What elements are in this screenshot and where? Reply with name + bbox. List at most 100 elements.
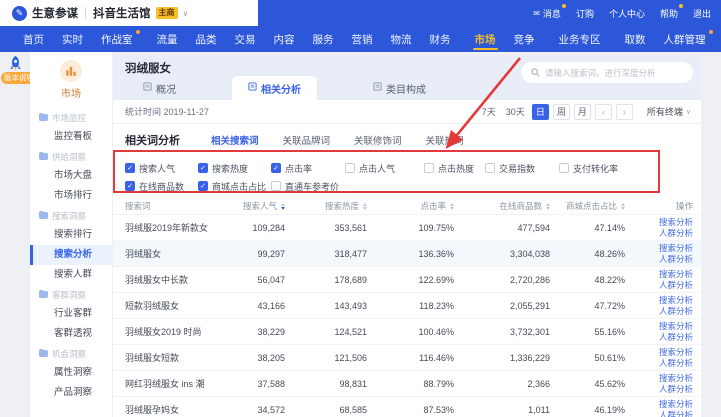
- nav-item-10[interactable]: 财务: [421, 26, 460, 52]
- action-link-0[interactable]: 搜索分析: [659, 269, 693, 279]
- sidebar-item-3-0[interactable]: 行业客群: [30, 304, 112, 324]
- nav-item-5[interactable]: 交易: [226, 26, 265, 52]
- sidebar-item-3-1[interactable]: 客群透视: [30, 324, 112, 344]
- nav-item-12[interactable]: 竞争: [505, 26, 544, 52]
- section-header: 相关词分析 相关搜索词关联品牌词关联修饰词关联热词: [113, 126, 701, 154]
- column-header-2[interactable]: 搜索热度: [285, 200, 367, 212]
- subtab-0[interactable]: 相关搜索词: [210, 133, 260, 154]
- action-link-1[interactable]: 人群分析: [659, 280, 693, 290]
- sidebar-item-1-1[interactable]: 市场排行: [30, 186, 112, 206]
- value-cell: 56,047: [220, 275, 285, 285]
- value-cell: 46.19%: [550, 405, 625, 415]
- range-button-1[interactable]: 30天: [503, 105, 528, 118]
- action-link-0[interactable]: 搜索分析: [659, 217, 693, 227]
- action-link-1[interactable]: 人群分析: [659, 228, 693, 238]
- nav-item-7[interactable]: 服务: [304, 26, 343, 52]
- action-link-0[interactable]: 搜索分析: [659, 295, 693, 305]
- metric-row-0: 搜索人气 搜索热度 点击率点击人气点击热度交易指数支付转化率: [125, 159, 701, 177]
- action-link-0[interactable]: 搜索分析: [659, 399, 693, 409]
- action-link-0[interactable]: 搜索分析: [659, 347, 693, 357]
- topbar-link-label: 帮助: [660, 7, 678, 20]
- chevron-down-icon[interactable]: ∨: [183, 9, 189, 18]
- value-cell: 1,011: [454, 405, 550, 415]
- search-input[interactable]: 请输入搜索词，进行深度分析: [521, 62, 693, 83]
- sidebar-item-2-0[interactable]: 搜索排行: [30, 225, 112, 245]
- metric-label: 搜索热度: [212, 162, 248, 175]
- sidebar-item-0-0[interactable]: 监控看板: [30, 127, 112, 147]
- action-link-1[interactable]: 人群分析: [659, 306, 693, 316]
- sidebar-item-1-0[interactable]: 市场大盘: [30, 166, 112, 186]
- column-header-5[interactable]: 商城点击占比: [550, 200, 625, 212]
- action-link-0[interactable]: 搜索分析: [659, 243, 693, 253]
- metric-checkbox-0-1[interactable]: 搜索热度: [198, 162, 271, 175]
- terminal-selector[interactable]: 所有终端∨: [647, 105, 691, 118]
- subtab-2[interactable]: 关联修饰词: [353, 133, 403, 154]
- topbar-link-label: 订购: [576, 7, 594, 20]
- nav-item-3[interactable]: 流量: [148, 26, 187, 52]
- nav-item-6[interactable]: 内容: [265, 26, 304, 52]
- nav-item-label: 交易: [235, 32, 256, 47]
- tab-2[interactable]: 类目构成: [357, 76, 442, 100]
- rocket-icon[interactable]: [7, 55, 24, 72]
- nav-item-16[interactable]: 学院: [715, 26, 721, 52]
- column-header-3[interactable]: 点击率: [367, 200, 454, 212]
- topbar-link-4[interactable]: 退出: [693, 7, 711, 20]
- nav-item-4[interactable]: 品类: [187, 26, 226, 52]
- sidebar-item-2-1[interactable]: 搜索分析: [30, 245, 112, 265]
- metric-checkbox-1-0[interactable]: 在线商品数: [125, 180, 198, 193]
- nav-item-0[interactable]: 首页: [14, 26, 53, 52]
- granularity-2[interactable]: 月: [574, 104, 591, 120]
- metric-checkbox-0-0[interactable]: 搜索人气: [125, 162, 198, 175]
- metric-checkbox-0-2[interactable]: 点击率: [271, 162, 345, 175]
- metric-checkbox-0-5[interactable]: 交易指数: [485, 162, 559, 175]
- tab-0[interactable]: 概况: [127, 76, 192, 100]
- topbar-link-2[interactable]: 个人中心: [609, 7, 645, 20]
- tab-1[interactable]: 相关分析: [232, 76, 317, 100]
- subtab-1[interactable]: 关联品牌词: [282, 133, 332, 154]
- column-header-1[interactable]: 搜索人气: [220, 200, 285, 212]
- folder-icon: [39, 211, 48, 221]
- message-icon: ✉: [533, 9, 540, 18]
- nav-item-1[interactable]: 实时: [53, 26, 92, 52]
- metric-checkbox-1-1[interactable]: 商城点击占比: [198, 180, 271, 193]
- sidebar-group-3: 客群洞察: [30, 285, 112, 304]
- subtab-3[interactable]: 关联热词: [425, 133, 465, 154]
- nav-item-13[interactable]: 业务专区: [550, 26, 610, 52]
- nav-item-15[interactable]: 人群管理: [655, 26, 715, 52]
- sidebar-item-2-2[interactable]: 搜索人群: [30, 265, 112, 285]
- topbar-link-1[interactable]: 订购: [576, 7, 594, 20]
- action-link-1[interactable]: 人群分析: [659, 358, 693, 368]
- chevron-left-icon[interactable]: ‹: [595, 104, 612, 120]
- metric-label: 直通车参考价: [285, 180, 339, 193]
- chevron-right-icon[interactable]: ›: [616, 104, 633, 120]
- action-link-1[interactable]: 人群分析: [659, 254, 693, 264]
- topbar-link-3[interactable]: 帮助: [660, 7, 678, 20]
- metric-checkbox-0-3[interactable]: 点击人气: [345, 162, 424, 175]
- action-link-1[interactable]: 人群分析: [659, 332, 693, 342]
- action-link-0[interactable]: 搜索分析: [659, 321, 693, 331]
- shop-type-badge: 主商: [156, 7, 178, 19]
- nav-item-11[interactable]: 市场: [466, 26, 505, 52]
- metric-checkbox-0-6[interactable]: 支付转化率: [559, 162, 618, 175]
- nav-item-9[interactable]: 物流: [382, 26, 421, 52]
- granularity-0[interactable]: 日: [532, 104, 549, 120]
- sidebar-item-4-1[interactable]: 产品洞察: [30, 383, 112, 403]
- action-cell: 搜索分析人群分析: [625, 321, 693, 342]
- range-button-0[interactable]: 7天: [479, 105, 499, 118]
- action-link-1[interactable]: 人群分析: [659, 410, 693, 417]
- nav-item-14[interactable]: 取数: [616, 26, 655, 52]
- value-cell: 55.16%: [550, 327, 625, 337]
- action-link-1[interactable]: 人群分析: [659, 384, 693, 394]
- column-label: 操作: [676, 200, 693, 212]
- topbar-link-0[interactable]: ✉消息: [533, 7, 561, 20]
- action-cell: 搜索分析人群分析: [625, 243, 693, 264]
- nav-item-8[interactable]: 营销: [343, 26, 382, 52]
- metric-checkbox-1-2[interactable]: 直通车参考价: [271, 180, 339, 193]
- sidebar-item-4-0[interactable]: 属性洞察: [30, 363, 112, 383]
- metric-checkbox-0-4[interactable]: 点击热度: [424, 162, 485, 175]
- action-link-0[interactable]: 搜索分析: [659, 373, 693, 383]
- column-header-4[interactable]: 在线商品数: [454, 200, 550, 212]
- granularity-1[interactable]: 周: [553, 104, 570, 120]
- value-cell: 2,720,286: [454, 275, 550, 285]
- nav-item-2[interactable]: 作战室: [92, 26, 142, 52]
